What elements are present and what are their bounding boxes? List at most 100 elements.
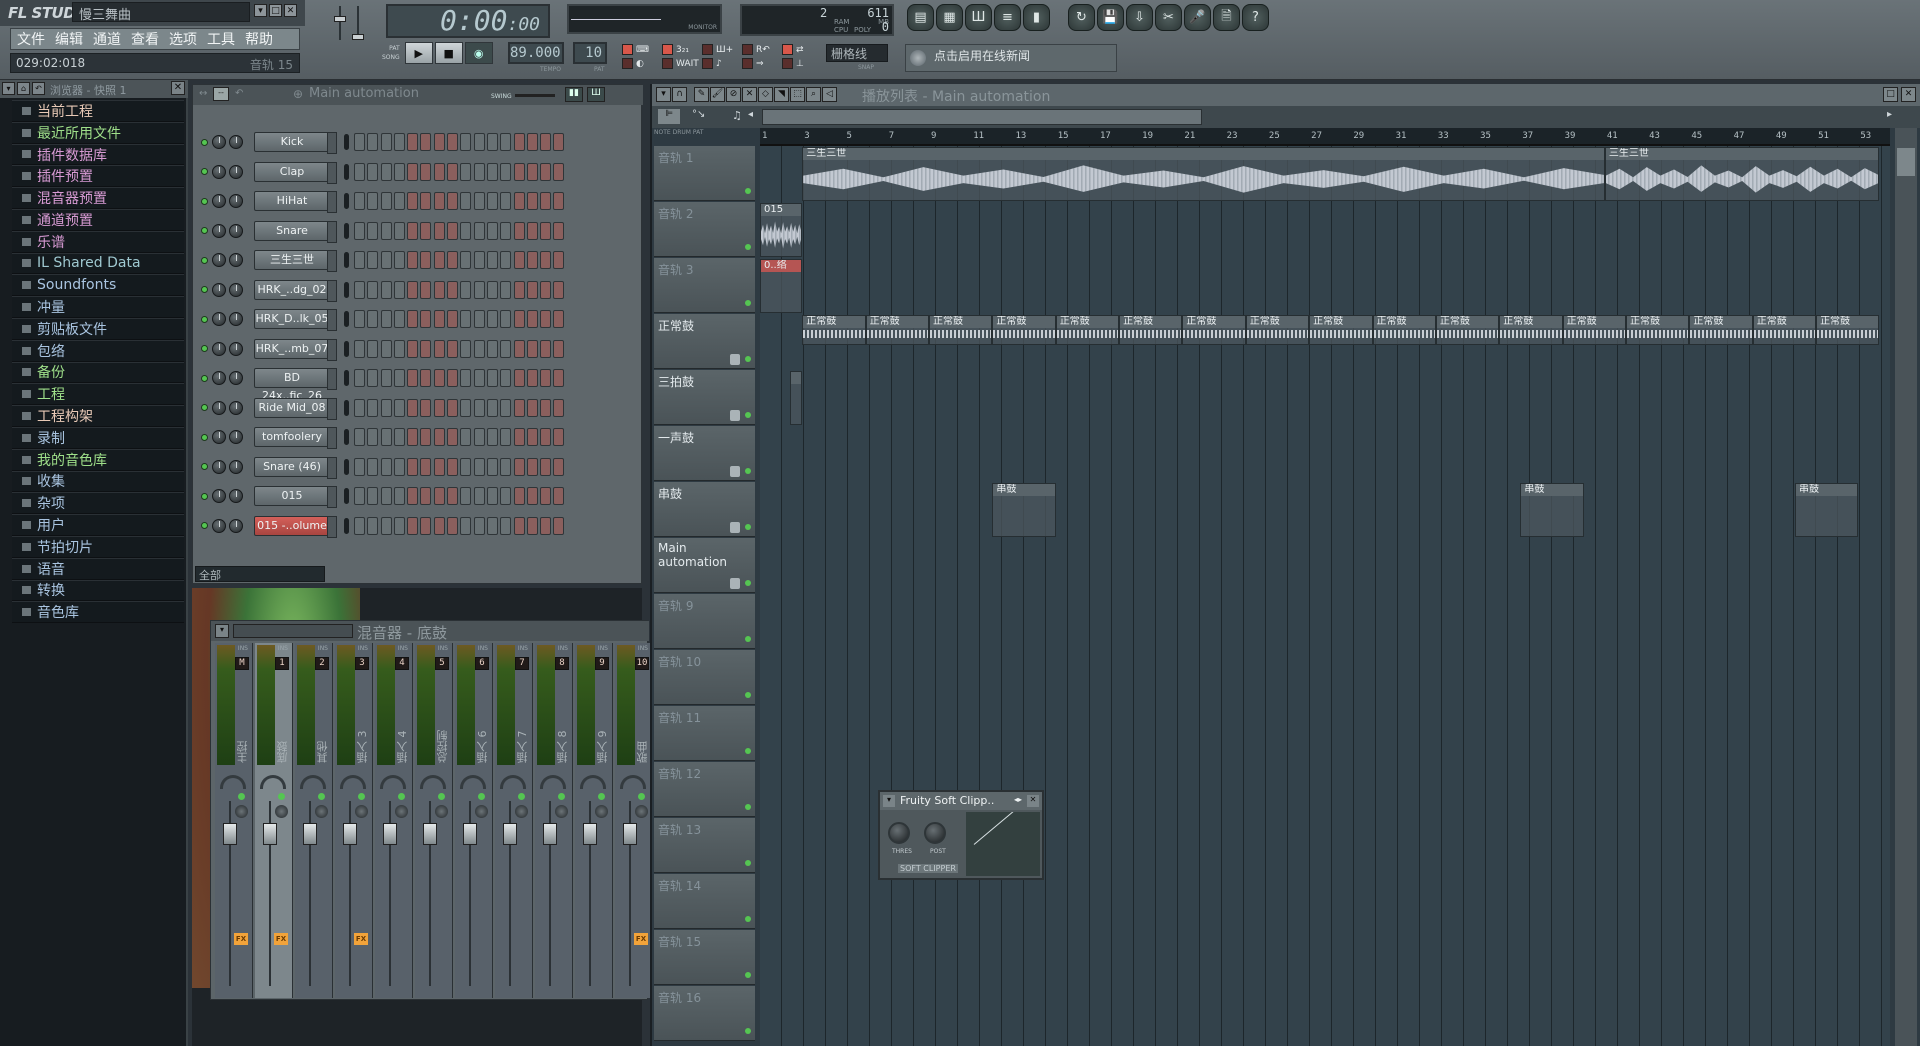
browser-item[interactable]: 工程构架: [12, 405, 184, 427]
channel-select-slot[interactable]: [344, 488, 349, 504]
step-button[interactable]: [540, 221, 552, 240]
step-button[interactable]: [447, 192, 459, 210]
step-button[interactable]: [354, 192, 365, 210]
track-header[interactable]: 音轨 1: [654, 146, 755, 201]
step-button[interactable]: [513, 251, 525, 269]
step-button[interactable]: [354, 133, 365, 151]
step-button[interactable]: [433, 133, 445, 151]
step-button[interactable]: [447, 398, 459, 417]
pattern-clip[interactable]: 串鼓: [1520, 483, 1584, 537]
pattern-clip[interactable]: 正常鼓: [1752, 315, 1817, 345]
step-button[interactable]: [473, 221, 485, 240]
channel-name-button[interactable]: Snare (46): [254, 456, 337, 479]
channel-name-button[interactable]: Kick: [254, 132, 337, 154]
step-button[interactable]: [354, 428, 365, 446]
step-button[interactable]: [380, 192, 392, 210]
channel-select-slot[interactable]: [344, 458, 349, 475]
track-header[interactable]: 一声鼓: [654, 426, 755, 481]
step-button[interactable]: [354, 310, 365, 328]
volume-fader[interactable]: [503, 823, 517, 845]
render-button[interactable]: ⇩: [1126, 4, 1153, 31]
volume-fader[interactable]: [583, 823, 597, 845]
step-button[interactable]: [354, 339, 365, 358]
browser-item[interactable]: 节拍切片: [12, 535, 184, 558]
strip-enable-led[interactable]: [638, 793, 645, 800]
step-button[interactable]: [407, 398, 419, 417]
channel-name-button[interactable]: Clap: [254, 161, 337, 184]
step-button[interactable]: [354, 162, 365, 181]
channel-select-slot[interactable]: [344, 429, 349, 445]
strip-name[interactable]: 插入 3: [355, 693, 371, 764]
step-button[interactable]: [433, 487, 445, 505]
channel-select-slot[interactable]: [344, 399, 349, 416]
step-button[interactable]: [433, 221, 445, 240]
step-button[interactable]: [367, 428, 379, 446]
step-button[interactable]: [473, 487, 485, 505]
track-header[interactable]: 正常鼓: [654, 314, 755, 369]
step-button[interactable]: [500, 339, 512, 358]
strip-enable-led[interactable]: [598, 793, 605, 800]
mixer-strip[interactable]: INS 7 插入 7: [495, 643, 533, 998]
track-enable-led[interactable]: [745, 692, 751, 698]
step-button[interactable]: [407, 221, 419, 240]
mixer-strip[interactable]: INS 6 插入 6: [455, 643, 493, 998]
step-button[interactable]: [354, 280, 365, 299]
vertical-scrollbar[interactable]: [1895, 128, 1917, 1046]
step-button[interactable]: [367, 369, 379, 387]
step-button[interactable]: [460, 339, 472, 358]
step-button[interactable]: [380, 457, 392, 476]
step-button[interactable]: [526, 428, 538, 446]
stereo-knob[interactable]: [515, 805, 528, 818]
step-button[interactable]: [513, 428, 525, 446]
plugin-titlebar[interactable]: ▾ Fruity Soft Clipp.. ◂▸ ✕: [880, 792, 1042, 810]
mixer-button[interactable]: ▮: [1023, 4, 1050, 31]
step-button[interactable]: [486, 516, 498, 535]
step-button[interactable]: [513, 310, 525, 328]
track-header[interactable]: 音轨 12: [654, 762, 755, 817]
step-button[interactable]: [473, 162, 485, 181]
step-button[interactable]: [393, 221, 405, 240]
channel-name-button[interactable]: 三生三世: [254, 250, 337, 272]
step-button[interactable]: [367, 516, 379, 535]
step-button[interactable]: [526, 339, 538, 358]
pattern-clip[interactable]: 正常鼓: [1309, 315, 1373, 345]
step-button[interactable]: [473, 310, 485, 328]
zoom-icon[interactable]: ⌕: [806, 87, 821, 102]
pan-dial[interactable]: [620, 775, 646, 789]
horizontal-scrollbar[interactable]: [762, 109, 1202, 125]
track-enable-led[interactable]: [745, 524, 751, 530]
pattern-clip[interactable]: 正常鼓: [1689, 315, 1753, 345]
channel-name-button[interactable]: Ride Mid_08: [254, 397, 337, 420]
step-button[interactable]: [540, 457, 552, 476]
step-button[interactable]: [407, 162, 419, 181]
channel-mute-led[interactable]: [201, 286, 208, 293]
step-button[interactable]: [486, 487, 498, 505]
keyboard-editor-icon[interactable]: Ш: [587, 87, 605, 102]
pan-dial[interactable]: [580, 775, 606, 789]
mixer-strip[interactable]: INS 9 插入 9: [575, 643, 613, 998]
track-header[interactable]: 音轨 11: [654, 706, 755, 761]
select-icon[interactable]: ⬚: [790, 87, 805, 102]
channel-mute-led[interactable]: [201, 492, 208, 500]
step-button[interactable]: [500, 369, 512, 387]
playlist-grid[interactable]: 三生三世 三生三世 015 0..络 串鼓 串鼓 串鼓 正常鼓 正常鼓 正常鼓 正常鼓 正常鼓 正常鼓正…: [760, 146, 1890, 1046]
browser-item[interactable]: 乐谱: [12, 230, 184, 253]
step-button[interactable]: [473, 280, 485, 299]
strip-name[interactable]: 插入 7: [515, 693, 531, 764]
step-button[interactable]: [420, 251, 432, 269]
pencil-icon[interactable]: ✎: [694, 87, 709, 102]
step-button[interactable]: [460, 162, 472, 181]
strip-enable-led[interactable]: [318, 793, 325, 800]
pattern-length-icon[interactable]: --: [213, 87, 229, 101]
step-button[interactable]: [433, 310, 445, 328]
plugin-prev-next-icon[interactable]: ◂▸: [1014, 795, 1022, 804]
step-button[interactable]: [393, 516, 405, 535]
channel-mute-led[interactable]: [201, 138, 208, 146]
mixer-strip[interactable]: INS 1 底鼓 FX: [255, 643, 293, 998]
channel-volume-knob[interactable]: [229, 518, 243, 533]
step-button[interactable]: [380, 398, 392, 417]
pattern-clip[interactable]: 串鼓: [1794, 483, 1859, 537]
channel-mute-led[interactable]: [201, 315, 208, 323]
step-button[interactable]: [420, 398, 432, 417]
stereo-knob[interactable]: [275, 805, 288, 818]
